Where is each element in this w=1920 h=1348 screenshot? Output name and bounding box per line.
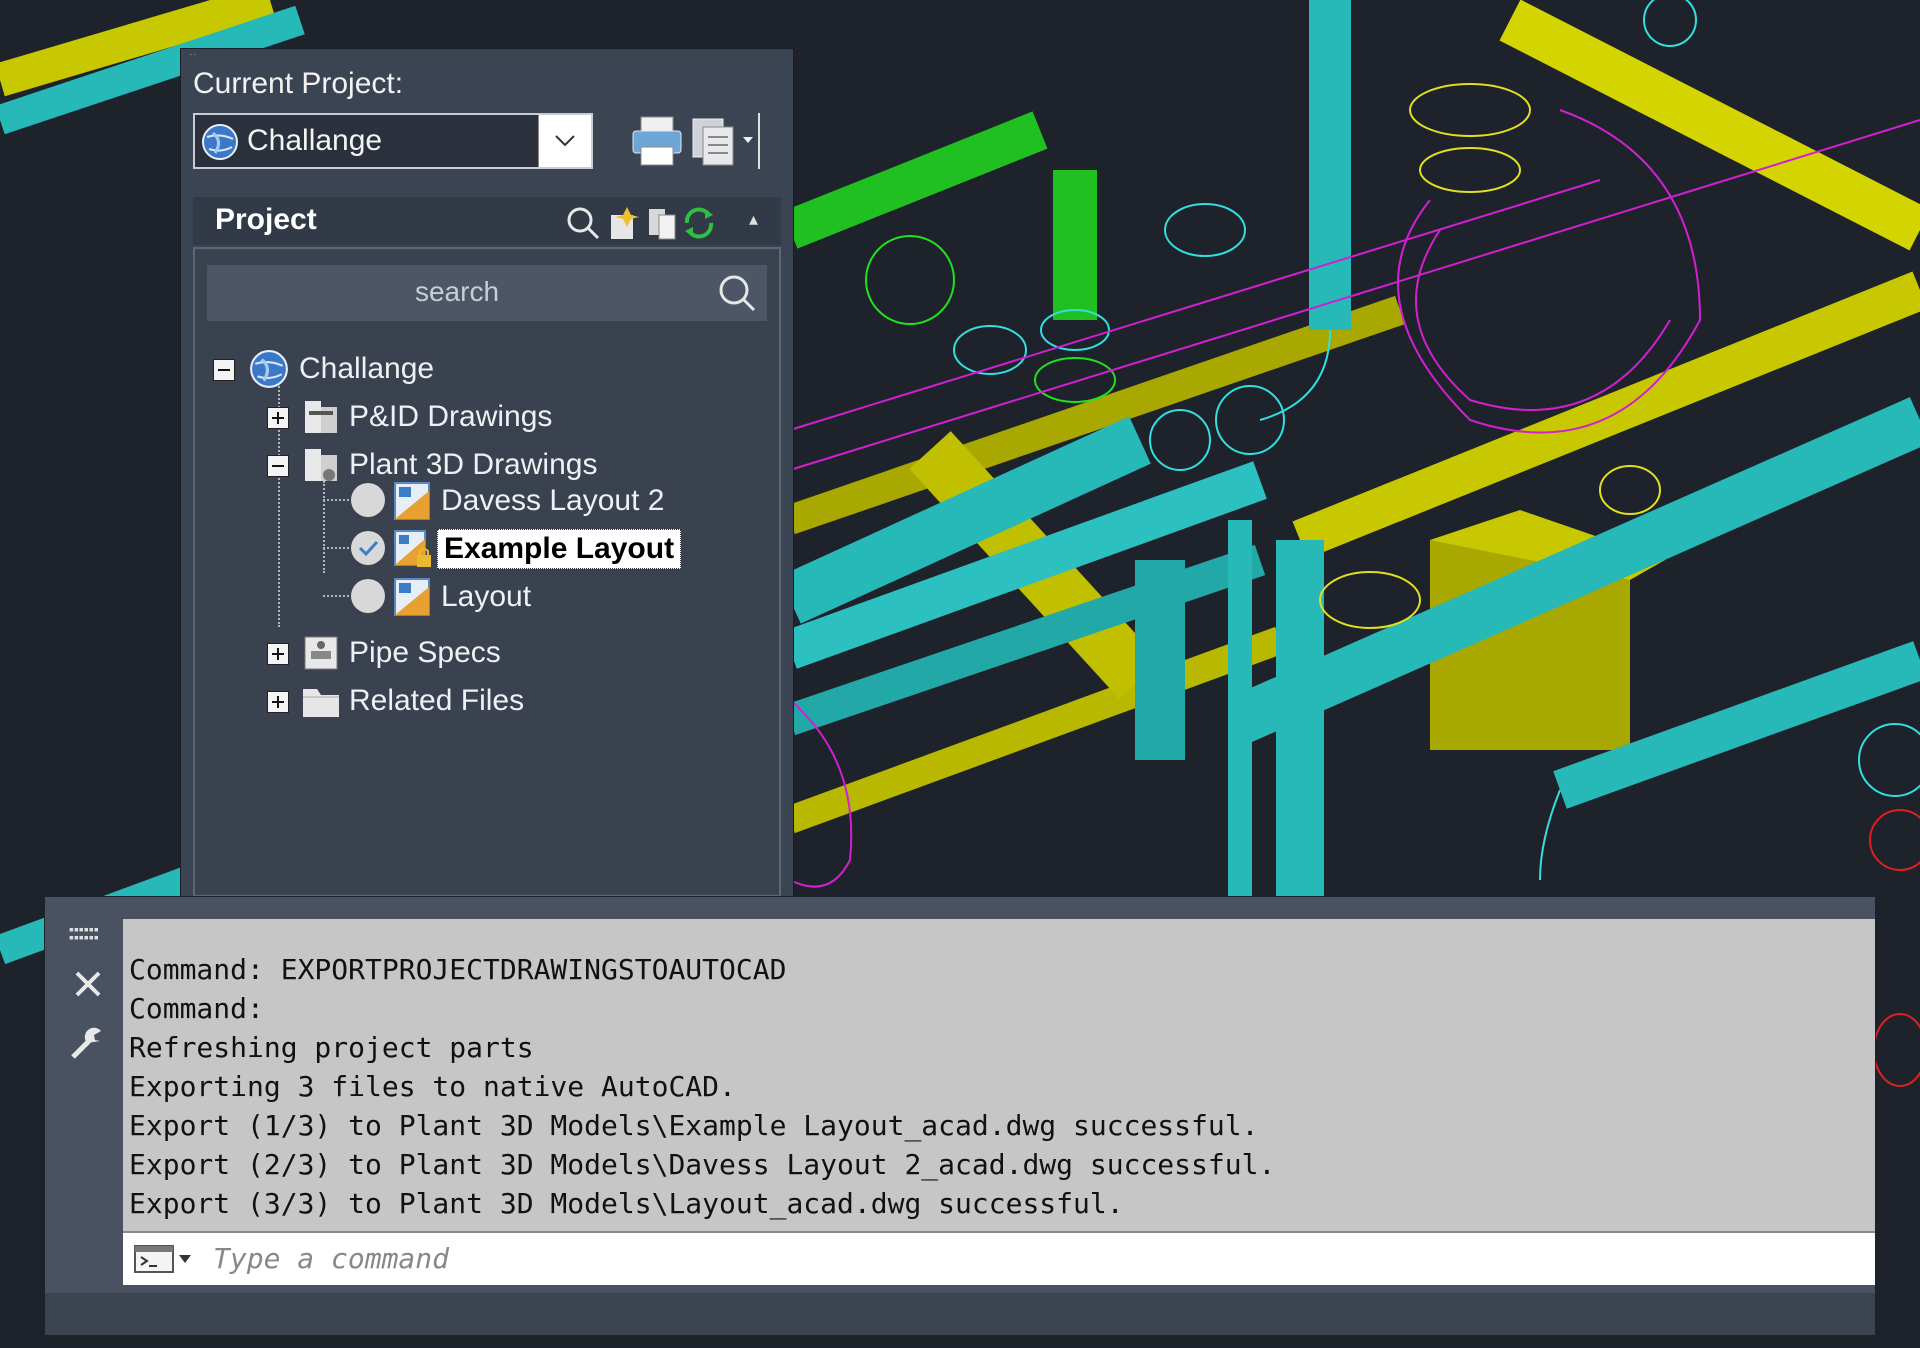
command-history-line: Refreshing project parts [129,1031,534,1064]
project-header-title: Project [215,203,317,236]
refresh-icon[interactable] [681,205,717,241]
palette-grip[interactable]: ·· [189,49,198,60]
print-icon[interactable] [629,113,685,169]
tree-label-example-layout: Example Layout [437,529,682,569]
command-history: Command: EXPORTPROJECTDRAWINGSTOAUTOCAD … [123,919,1875,1241]
pipe-specs-icon [304,636,338,670]
drawing-status-current-icon [351,531,385,565]
project-section-header: Project ▴ [193,197,781,245]
tree-item-pid-drawings[interactable]: P&ID Drawings [301,395,552,439]
checkmark-icon [358,540,379,557]
tree-label-related-files: Related Files [349,684,525,717]
search-magnifier-icon[interactable] [717,273,757,313]
tree-label-davess-layout-2: Davess Layout 2 [441,484,665,517]
drawing-status-open-icon [351,579,385,613]
collapse-plant3d-toggle[interactable] [267,455,289,477]
command-history-line: Exporting 3 files to native AutoCAD. [129,1070,736,1103]
tree-item-related-files[interactable]: Related Files [301,679,524,723]
tree-item-example-layout[interactable]: Example Layout [393,527,682,571]
project-search-box[interactable]: search [207,265,767,321]
related-files-folder-icon [303,689,339,717]
command-history-line: Export (1/3) to Plant 3D Models\Example … [129,1109,1259,1142]
drawing-file-icon [394,578,430,616]
command-input[interactable]: Type a command [123,1231,1875,1285]
current-project-dropdown[interactable]: Challange [193,113,593,169]
pid-folder-icon [305,401,337,433]
plant3d-folder-icon [305,449,337,481]
project-tree-panel: search Challange P&ID Drawings Plant 3D … [193,247,781,897]
command-window: ▪▪▪▪▪▪ ▪▪▪▪▪▪ Command: EXPORTPROJECTDRAWI… [44,896,1876,1336]
tree-item-pipe-specs[interactable]: Pipe Specs [301,631,501,675]
collapse-challange-toggle[interactable] [213,359,235,381]
tree-item-layout[interactable]: Layout [393,575,531,619]
new-drawing-icon[interactable] [605,205,641,241]
command-history-line: Export (2/3) to Plant 3D Models\Davess L… [129,1148,1276,1181]
current-project-label: Current Project: [193,67,404,100]
command-history-line: Export (3/3) to Plant 3D Models\Layout_a… [129,1187,1124,1220]
search-placeholder: search [414,276,500,307]
project-globe-icon [202,124,238,160]
drawing-locked-icon [394,530,431,567]
command-window-grip[interactable]: ▪▪▪▪▪▪ ▪▪▪▪▪▪ [69,922,99,944]
drawing-file-icon [394,482,430,520]
expand-pid-drawings-toggle[interactable] [267,407,289,429]
command-input-placeholder: Type a command [213,1242,450,1275]
drawing-status-open-icon [351,483,385,517]
copy-icon[interactable] [689,113,761,169]
wrench-icon[interactable] [67,1023,107,1063]
command-prompt-icon[interactable] [133,1243,195,1275]
tree-label-pid-drawings: P&ID Drawings [349,400,553,433]
project-manager-palette: ·· Current Project: Challange Project ▴ … [180,48,794,898]
tree-item-davess-layout-2[interactable]: Davess Layout 2 [393,479,664,523]
project-globe-icon [250,350,288,388]
close-icon[interactable] [71,967,105,1001]
copy-drawing-icon[interactable] [645,205,681,241]
expand-related-files-toggle[interactable] [267,691,289,713]
expand-pipe-specs-toggle[interactable] [267,643,289,665]
command-history-line: Command: EXPORTPROJECTDRAWINGSTOAUTOCAD [129,953,787,986]
tree-label-pipe-specs: Pipe Specs [349,636,501,669]
search-icon[interactable] [565,205,601,241]
tree-label-layout: Layout [441,580,532,613]
collapse-section-icon[interactable]: ▴ [749,209,758,230]
tree-root-challange[interactable]: Challange [249,347,434,391]
command-history-line: Command: [129,992,264,1025]
command-window-footer [45,1293,1875,1335]
tree-label-challange: Challange [299,352,435,385]
tree-label-plant3d-drawings: Plant 3D Drawings [349,448,598,481]
command-window-sidebar: ▪▪▪▪▪▪ ▪▪▪▪▪▪ [59,919,119,1309]
chevron-down-icon[interactable] [538,115,591,167]
current-project-value: Challange [247,124,383,157]
